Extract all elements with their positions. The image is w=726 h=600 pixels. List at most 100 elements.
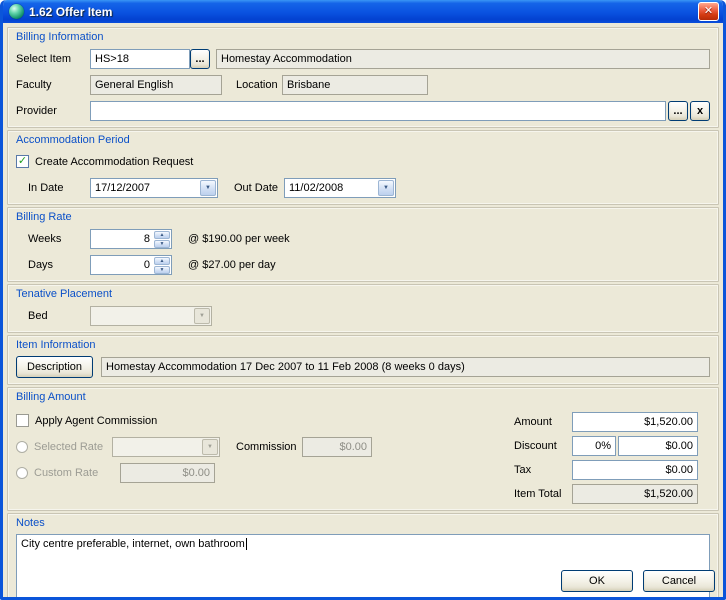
discount-label: Discount bbox=[514, 440, 572, 452]
item-total-label: Item Total bbox=[514, 488, 572, 500]
spinner-up-icon[interactable]: ▲ bbox=[154, 257, 170, 265]
item-name-field: Homestay Accommodation bbox=[216, 49, 710, 69]
create-accommodation-request-label: Create Accommodation Request bbox=[35, 156, 193, 168]
provider-clear-button[interactable]: x bbox=[690, 101, 710, 121]
selected-rate-row: Selected Rate ▼ Commission $0.00 bbox=[16, 436, 504, 457]
window-title: 1.62 Offer Item bbox=[29, 5, 698, 19]
description-field: Homestay Accommodation 17 Dec 2007 to 11… bbox=[101, 357, 710, 377]
days-row: Days 0 ▲ ▼ @ $27.00 per day bbox=[16, 254, 710, 275]
billing-information-title: Billing Information bbox=[16, 31, 710, 43]
out-date-label: Out Date bbox=[234, 182, 284, 194]
billing-amount-grid: Apply Agent Commission Selected Rate ▼ C… bbox=[16, 408, 710, 504]
discount-amount-field[interactable]: $0.00 bbox=[618, 436, 698, 456]
section-accommodation-period: Accommodation Period ✓ Create Accommodat… bbox=[7, 130, 719, 205]
days-value[interactable]: 0 bbox=[91, 256, 153, 274]
commission-column: Apply Agent Commission Selected Rate ▼ C… bbox=[16, 408, 514, 483]
selected-rate-radio[interactable] bbox=[16, 441, 28, 453]
section-item-information: Item Information Description Homestay Ac… bbox=[7, 335, 719, 385]
create-accommodation-request-checkbox[interactable]: ✓ bbox=[16, 155, 29, 168]
amount-row: Amount $1,520.00 bbox=[514, 411, 710, 432]
close-icon: ✕ bbox=[704, 6, 713, 17]
footer-buttons: OK Cancel bbox=[561, 570, 715, 592]
section-billing-information: Billing Information Select Item HS>18 ..… bbox=[7, 27, 719, 128]
spinner-down-icon[interactable]: ▼ bbox=[154, 266, 170, 274]
out-date-value: 11/02/2008 bbox=[285, 179, 377, 197]
apply-agent-commission-label: Apply Agent Commission bbox=[35, 415, 157, 427]
amount-field[interactable]: $1,520.00 bbox=[572, 412, 698, 432]
tax-label: Tax bbox=[514, 464, 572, 476]
apply-commission-row: Apply Agent Commission bbox=[16, 410, 504, 431]
item-information-title: Item Information bbox=[16, 339, 710, 351]
in-date-dropdown[interactable]: 17/12/2007 ▼ bbox=[90, 178, 218, 198]
billing-rate-title: Billing Rate bbox=[16, 211, 710, 223]
select-item-browse-button[interactable]: ... bbox=[190, 49, 210, 69]
discount-percent-field[interactable]: 0% bbox=[572, 436, 616, 456]
description-row: Description Homestay Accommodation 17 De… bbox=[16, 356, 710, 378]
close-button[interactable]: ✕ bbox=[698, 2, 719, 21]
check-icon: ✓ bbox=[18, 156, 27, 167]
titlebar[interactable]: 1.62 Offer Item ✕ bbox=[3, 0, 723, 23]
item-total-row: Item Total $1,520.00 bbox=[514, 483, 710, 504]
spinner-up-icon[interactable]: ▲ bbox=[154, 231, 170, 239]
in-date-value: 17/12/2007 bbox=[91, 179, 199, 197]
provider-label: Provider bbox=[16, 105, 90, 117]
weeks-label: Weeks bbox=[16, 233, 90, 245]
section-tenative-placement: Tenative Placement Bed ▼ bbox=[7, 284, 719, 333]
notes-text: City centre preferable, internet, own ba… bbox=[21, 538, 245, 550]
select-item-row: Select Item HS>18 ... Homestay Accommoda… bbox=[16, 48, 710, 69]
bed-label: Bed bbox=[16, 310, 90, 322]
location-label: Location bbox=[236, 79, 282, 91]
chevron-down-icon[interactable]: ▼ bbox=[378, 180, 394, 196]
bed-dropdown: ▼ bbox=[90, 306, 212, 326]
faculty-label: Faculty bbox=[16, 79, 90, 91]
spinner-down-icon[interactable]: ▼ bbox=[154, 240, 170, 248]
weeks-rate-text: @ $190.00 per week bbox=[188, 233, 290, 245]
chevron-down-icon[interactable]: ▼ bbox=[200, 180, 216, 196]
provider-browse-button[interactable]: ... bbox=[668, 101, 688, 121]
days-spin-buttons: ▲ ▼ bbox=[154, 257, 170, 273]
bed-value bbox=[91, 307, 193, 325]
custom-rate-field: $0.00 bbox=[120, 463, 215, 483]
section-billing-amount: Billing Amount Apply Agent Commission Se… bbox=[7, 387, 719, 511]
days-label: Days bbox=[16, 259, 90, 271]
commission-label: Commission bbox=[236, 441, 302, 453]
faculty-location-row: Faculty General English Location Brisban… bbox=[16, 74, 710, 95]
selected-rate-dropdown: ▼ bbox=[112, 437, 220, 457]
text-caret bbox=[246, 538, 247, 550]
select-item-input[interactable]: HS>18 bbox=[90, 49, 190, 69]
description-button[interactable]: Description bbox=[16, 356, 93, 378]
provider-row: Provider ... x bbox=[16, 100, 710, 121]
selected-rate-value bbox=[113, 438, 201, 456]
notes-title: Notes bbox=[16, 517, 710, 529]
amount-label: Amount bbox=[514, 416, 572, 428]
weeks-spin-buttons: ▲ ▼ bbox=[154, 231, 170, 247]
chevron-down-icon: ▼ bbox=[202, 439, 218, 455]
weeks-stepper[interactable]: 8 ▲ ▼ bbox=[90, 229, 172, 249]
cancel-button[interactable]: Cancel bbox=[643, 570, 715, 592]
item-total-field: $1,520.00 bbox=[572, 484, 698, 504]
apply-agent-commission-checkbox[interactable] bbox=[16, 414, 29, 427]
discount-row: Discount 0% $0.00 bbox=[514, 435, 710, 456]
accommodation-period-title: Accommodation Period bbox=[16, 134, 710, 146]
selected-rate-label: Selected Rate bbox=[34, 441, 112, 453]
ok-button[interactable]: OK bbox=[561, 570, 633, 592]
tax-row: Tax $0.00 bbox=[514, 459, 710, 480]
weeks-row: Weeks 8 ▲ ▼ @ $190.00 per week bbox=[16, 228, 710, 249]
select-item-label: Select Item bbox=[16, 53, 90, 65]
tax-field[interactable]: $0.00 bbox=[572, 460, 698, 480]
custom-rate-radio[interactable] bbox=[16, 467, 28, 479]
tenative-placement-title: Tenative Placement bbox=[16, 288, 710, 300]
bed-row: Bed ▼ bbox=[16, 305, 710, 326]
app-icon bbox=[9, 4, 24, 19]
section-billing-rate: Billing Rate Weeks 8 ▲ ▼ @ $190.00 per w… bbox=[7, 207, 719, 282]
out-date-dropdown[interactable]: 11/02/2008 ▼ bbox=[284, 178, 396, 198]
weeks-value[interactable]: 8 bbox=[91, 230, 153, 248]
create-request-row: ✓ Create Accommodation Request bbox=[16, 151, 710, 172]
billing-amount-title: Billing Amount bbox=[16, 391, 710, 403]
days-stepper[interactable]: 0 ▲ ▼ bbox=[90, 255, 172, 275]
custom-rate-label: Custom Rate bbox=[34, 467, 112, 479]
in-date-label: In Date bbox=[16, 182, 90, 194]
location-field: Brisbane bbox=[282, 75, 428, 95]
provider-input[interactable] bbox=[90, 101, 666, 121]
custom-rate-row: Custom Rate $0.00 bbox=[16, 462, 504, 483]
